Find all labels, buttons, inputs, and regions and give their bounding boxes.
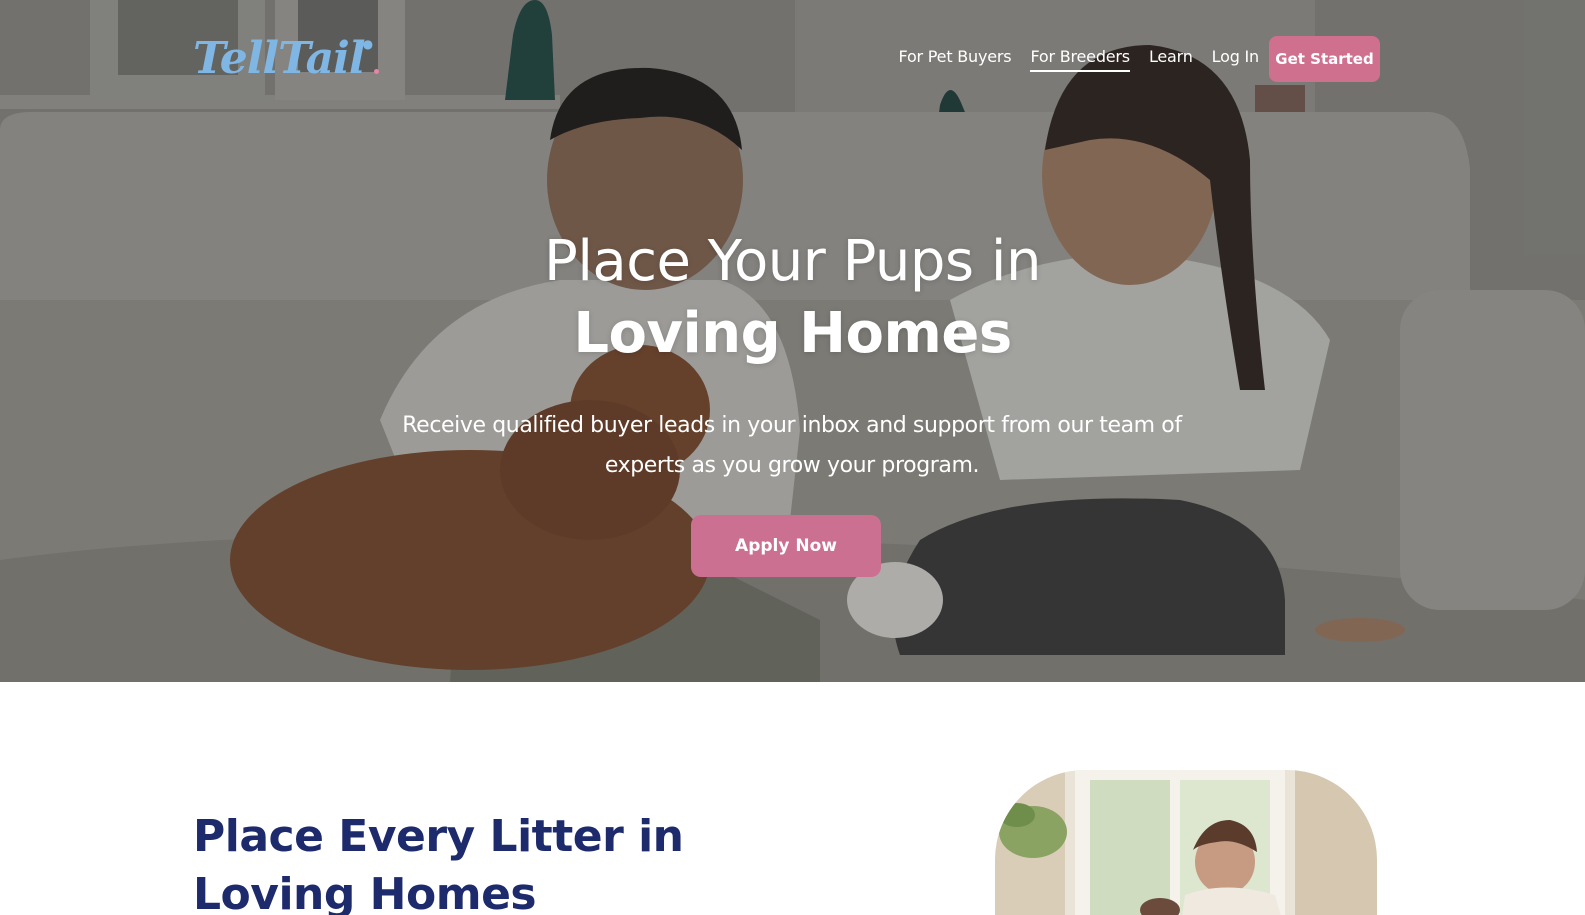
nav-link-for-breeders[interactable]: For Breeders xyxy=(1030,47,1130,72)
section-title-line1: Place Every Litter in xyxy=(193,811,684,862)
feature-image xyxy=(995,770,1377,915)
logo-text: TellTail xyxy=(193,32,366,84)
hero-title: Place Your Pups in Loving Homes xyxy=(0,226,1585,370)
hero-subtitle: Receive qualified buyer leads in your in… xyxy=(402,413,1182,478)
hero-title-line1: Place Your Pups in xyxy=(544,229,1041,294)
feature-image-graphic xyxy=(995,770,1377,915)
nav-link-log-in[interactable]: Log In xyxy=(1212,47,1260,72)
get-started-button[interactable]: Get Started xyxy=(1269,36,1380,82)
logo[interactable]: TellTail ● xyxy=(193,30,380,86)
hero-section: TellTail ● For Pet Buyers For Breeders L… xyxy=(0,0,1585,682)
section-title-line2: Loving Homes xyxy=(193,869,537,915)
apply-now-button[interactable]: Apply Now xyxy=(691,515,881,577)
section-title: Place Every Litter in Loving Homes xyxy=(193,808,684,915)
paw-icon: ● xyxy=(362,37,374,51)
nav-link-learn[interactable]: Learn xyxy=(1149,47,1193,72)
nav-link-for-pet-buyers[interactable]: For Pet Buyers xyxy=(899,47,1012,72)
main-nav: For Pet Buyers For Breeders Learn Log In… xyxy=(899,36,1380,82)
logo-dot xyxy=(374,68,380,74)
hero-title-line2: Loving Homes xyxy=(573,301,1012,366)
